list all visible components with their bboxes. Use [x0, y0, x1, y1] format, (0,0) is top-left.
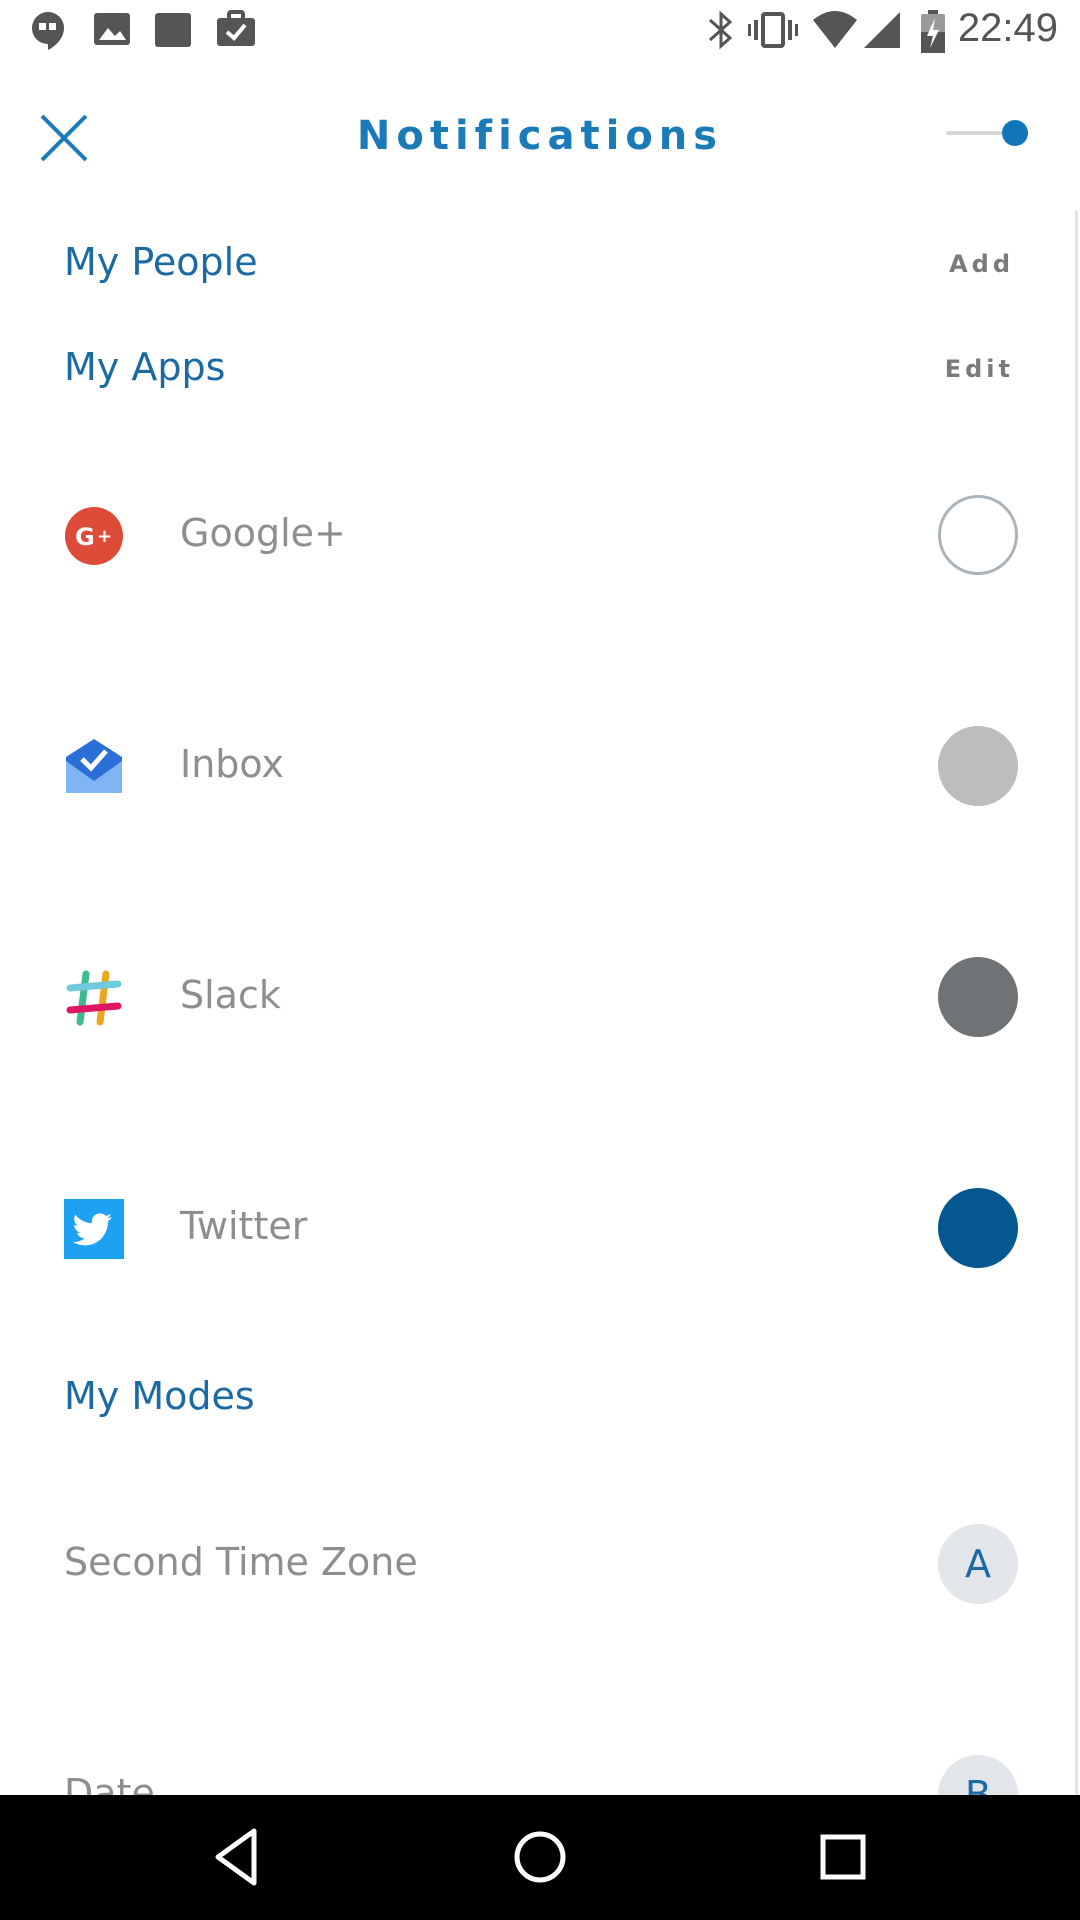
app-label: Slack: [180, 973, 281, 1017]
section-label: My Modes: [64, 1374, 255, 1418]
slack-icon: [66, 970, 122, 1026]
svg-text:G: G: [75, 523, 95, 551]
app-label: Twitter: [180, 1204, 308, 1248]
image-icon: [94, 13, 130, 45]
header: Notifications: [0, 63, 1080, 209]
app-color-circle[interactable]: [938, 1188, 1018, 1268]
wifi-icon: [813, 11, 857, 48]
add-people-button[interactable]: Add: [949, 250, 1014, 278]
notifications-toggle[interactable]: [946, 118, 1028, 148]
recents-icon[interactable]: [811, 1825, 875, 1889]
app-row-google-plus[interactable]: G + Google+: [0, 475, 1080, 595]
status-bar: 22:49: [0, 0, 1080, 63]
inbox-icon: [66, 739, 122, 793]
app-label: Inbox: [180, 742, 284, 786]
back-icon[interactable]: [206, 1825, 270, 1889]
vibrate-icon: [748, 12, 798, 48]
cell-signal-icon: [864, 12, 900, 48]
app-row-twitter[interactable]: Twitter: [0, 1168, 1080, 1288]
section-my-modes: My Modes: [0, 1356, 1080, 1436]
clock: 22:49: [957, 6, 1058, 50]
briefcase-check-icon: [217, 10, 255, 46]
twitter-icon: [64, 1199, 124, 1259]
app-color-circle[interactable]: [938, 726, 1018, 806]
app-row-slack[interactable]: Slack: [0, 937, 1080, 1057]
square-app-icon: [155, 13, 191, 47]
edit-apps-button[interactable]: Edit: [945, 355, 1014, 383]
page-title: Notifications: [356, 113, 724, 159]
navigation-bar: [0, 1795, 1080, 1920]
app-color-circle[interactable]: [938, 957, 1018, 1037]
mode-badge[interactable]: A: [938, 1524, 1018, 1604]
section-label: My Apps: [64, 345, 226, 389]
mode-row-second-time-zone[interactable]: Second Time Zone A: [0, 1514, 1080, 1614]
app-row-inbox[interactable]: Inbox: [0, 706, 1080, 826]
section-label: My People: [64, 240, 258, 284]
svg-text:+: +: [97, 526, 112, 547]
google-plus-icon: G +: [65, 507, 123, 565]
hangouts-icon: [32, 12, 64, 50]
home-icon[interactable]: [508, 1825, 572, 1889]
bluetooth-icon: [708, 10, 733, 50]
toggle-knob: [1002, 120, 1028, 146]
app-label: Google+: [180, 511, 346, 555]
section-my-people: My People Add: [0, 222, 1080, 302]
battery-charging-icon: [921, 10, 945, 53]
section-my-apps: My Apps Edit: [0, 327, 1080, 407]
mode-label: Second Time Zone: [64, 1540, 418, 1584]
app-color-circle[interactable]: [938, 495, 1018, 575]
